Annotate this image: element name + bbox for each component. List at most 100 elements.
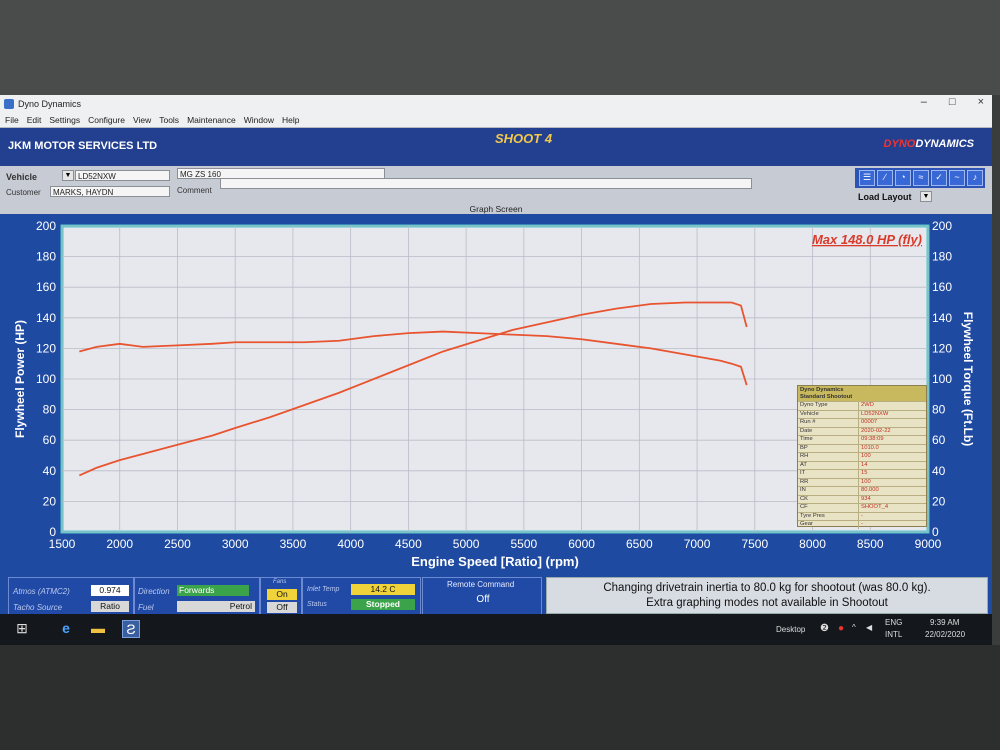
x-tick-label: 4000 [337, 537, 364, 551]
bell-icon[interactable]: ♪ [967, 170, 983, 186]
menu-tools[interactable]: Tools [159, 115, 179, 125]
run-info-value: 15 [861, 470, 868, 476]
run-info-key: BP [798, 444, 859, 452]
wave-icon[interactable]: ~ [949, 170, 965, 186]
maximize-button[interactable]: □ [949, 96, 956, 108]
clock-time[interactable]: 9:39 AM [930, 618, 959, 627]
file-explorer-icon[interactable]: ▬ [90, 620, 106, 636]
run-info-key: RH [798, 453, 859, 461]
run-info-key: Dyno Type [798, 402, 859, 410]
menu-edit[interactable]: Edit [27, 115, 42, 125]
graph-screen-title: Graph Screen [0, 204, 992, 214]
speaker-icon[interactable]: ◀ [866, 623, 872, 632]
run-info-key: Gear [798, 521, 859, 529]
x-tick-label: 2000 [106, 537, 133, 551]
brand-suffix: DYNAMICS [915, 138, 974, 150]
chevron-up-icon[interactable]: ^ [852, 623, 856, 632]
status-value: Stopped [351, 599, 415, 610]
window-controls: – □ × [921, 96, 984, 108]
run-info-row: IT 15 [798, 469, 926, 478]
y-tick-label-right: 120 [932, 341, 952, 355]
y-tick-label-right: 80 [932, 403, 946, 417]
y-tick-label-right: 40 [932, 464, 946, 478]
menu-configure[interactable]: Configure [88, 115, 125, 125]
x-tick-label: 7500 [741, 537, 768, 551]
message-box: Changing drivetrain inertia to 80.0 kg f… [546, 577, 988, 614]
direction-label: Direction [138, 587, 170, 596]
desktop-label[interactable]: Desktop [776, 625, 805, 634]
menu-settings[interactable]: Settings [49, 115, 80, 125]
x-tick-label: 8500 [857, 537, 884, 551]
minimize-button[interactable]: – [921, 96, 927, 108]
x-tick-label: 4500 [395, 537, 422, 551]
windows-start-icon[interactable]: ⊞ [14, 620, 30, 636]
run-info-key: Time [798, 436, 859, 444]
close-button[interactable]: × [978, 96, 984, 108]
menu-window[interactable]: Window [244, 115, 274, 125]
menu-file[interactable]: File [5, 115, 19, 125]
menu-view[interactable]: View [133, 115, 151, 125]
tune-icon[interactable]: ✓ [931, 170, 947, 186]
curve-icon[interactable]: ∕ [877, 170, 893, 186]
x-tick-label: 3000 [222, 537, 249, 551]
customer-field[interactable]: MARKS, HAYDN [50, 186, 170, 197]
graph-area: 1500 2000 2500 3000 3500 4000 4500 5000 5500 6000… [0, 214, 992, 574]
run-info-box: Dyno Dynamics Standard Shootout Dyno Typ… [797, 385, 927, 529]
y-tick-label-right: 160 [932, 280, 952, 294]
menu-maintenance[interactable]: Maintenance [187, 115, 236, 125]
language-line-1[interactable]: ENG [885, 618, 902, 627]
run-info-value: LD52NXW [861, 410, 889, 417]
y-tick-label-left: 80 [43, 403, 57, 417]
remote-panel: Remote Command Off [422, 577, 542, 616]
fans-off-button[interactable]: Off [267, 602, 297, 613]
vehicle-dropdown[interactable]: ▼ [62, 170, 74, 181]
comment-field[interactable] [220, 178, 752, 189]
graph-icon[interactable]: ≈ [913, 170, 929, 186]
y-axis-label-left: Flywheel Power (HP) [13, 320, 27, 438]
run-info-value: 100 [861, 453, 871, 459]
gauge-icon[interactable]: ◔ [895, 170, 911, 186]
direction-select[interactable]: Forwards [177, 585, 249, 596]
run-info-value: 00007 [861, 419, 878, 425]
x-tick-label: 1500 [49, 537, 76, 551]
clock-date[interactable]: 22/02/2020 [925, 630, 965, 639]
help-icon[interactable]: ❷ [820, 623, 829, 634]
y-axis-label-right: Flywheel Torque (Ft.Lb) [961, 312, 975, 446]
run-info-value: 934 [861, 495, 871, 502]
run-info-row: CK 934 [798, 494, 926, 503]
remote-value[interactable]: Off [463, 594, 503, 605]
vehicle-label: Vehicle [6, 172, 38, 182]
x-tick-label: 6500 [626, 537, 653, 551]
edge-browser-icon[interactable]: e [58, 620, 74, 636]
vehicle-field[interactable]: LD52NXW [75, 170, 170, 181]
run-info-key: Run # [798, 419, 859, 427]
run-info-row: RR 100 [798, 477, 926, 486]
status-bar: Atmos (ATMC2) 0.974 Tacho Source Ratio D… [0, 574, 992, 616]
y-tick-label-left: 20 [43, 494, 57, 508]
language-line-2[interactable]: INTL [885, 630, 902, 639]
list-icon[interactable]: ☰ [859, 170, 875, 186]
run-info-key: AT [798, 461, 859, 469]
run-info-value: 09:38:09 [861, 436, 884, 442]
y-tick-label-right: 0 [932, 525, 939, 539]
y-tick-label-left: 200 [36, 219, 56, 233]
y-tick-label-right: 60 [932, 433, 946, 447]
menu-help[interactable]: Help [282, 115, 299, 125]
run-info-row: Gear - [798, 520, 926, 529]
brand-prefix: DYNO [883, 138, 916, 150]
run-info-key: IN [798, 487, 859, 495]
alert-icon[interactable]: ● [838, 623, 844, 634]
y-tick-label-right: 140 [932, 311, 952, 325]
tacho-label: Tacho Source [13, 603, 63, 612]
run-info-rows: Dyno Type 2WD Vehicle LD52NXW Run #00007 Date… [798, 401, 926, 529]
y-tick-label-left: 60 [43, 433, 57, 447]
atmos-label: Atmos (ATMC2) [13, 587, 70, 596]
load-layout-dropdown[interactable]: ▼ [920, 191, 932, 202]
wall-background [0, 0, 1000, 95]
run-title: SHOOT 4 [495, 131, 553, 146]
fans-on-button[interactable]: On [267, 589, 297, 600]
run-info-row: RH 100 [798, 452, 926, 461]
run-info-value: 2WD [861, 402, 874, 408]
dyno-app-taskbar-icon[interactable]: Ƨ [122, 620, 140, 638]
run-info-value: SHOOT_4 [861, 504, 889, 510]
